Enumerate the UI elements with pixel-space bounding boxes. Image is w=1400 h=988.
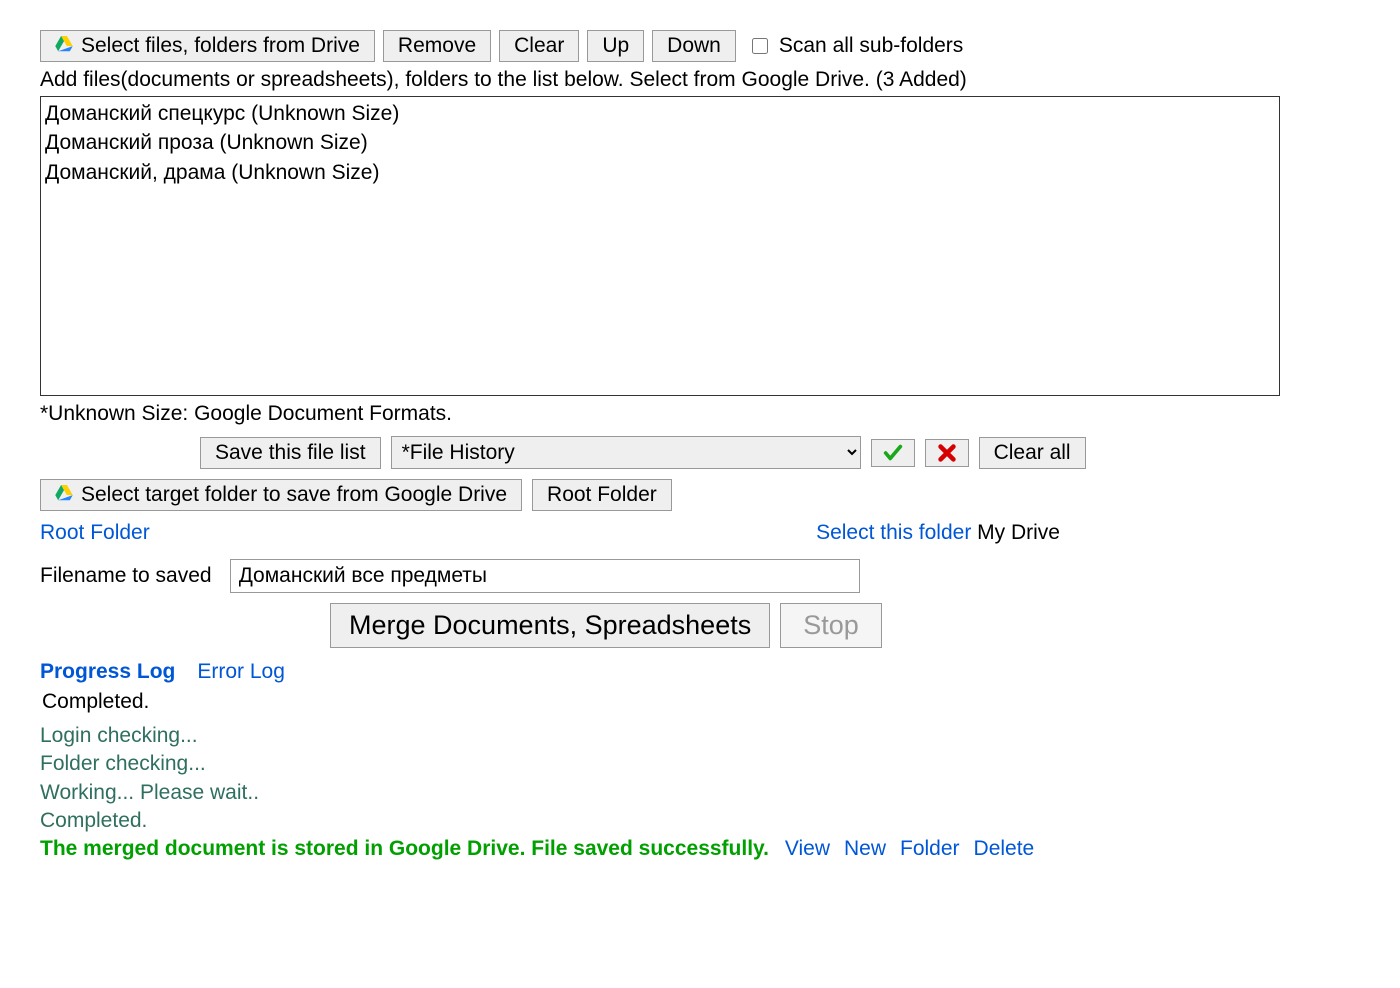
save-list-row: Save this file list *File History Clear … — [200, 436, 1360, 469]
merge-button[interactable]: Merge Documents, Spreadsheets — [330, 603, 770, 648]
top-toolbar: Select files, folders from Drive Remove … — [40, 30, 1360, 62]
select-target-folder-button[interactable]: Select target folder to save from Google… — [40, 479, 522, 511]
x-icon — [936, 442, 958, 464]
log-line: Completed. — [40, 807, 1360, 835]
file-list-item[interactable]: Доманский проза (Unknown Size) — [45, 128, 1275, 157]
stop-button[interactable]: Stop — [780, 603, 882, 648]
clear-all-button[interactable]: Clear all — [979, 437, 1086, 469]
check-icon — [882, 442, 904, 464]
delete-link[interactable]: Delete — [974, 835, 1035, 863]
scan-subfolders-checkbox[interactable] — [752, 38, 768, 54]
file-history-select[interactable]: *File History — [391, 436, 861, 469]
selected-folder-name: My Drive — [977, 521, 1060, 544]
down-button[interactable]: Down — [652, 30, 736, 62]
up-button[interactable]: Up — [587, 30, 644, 62]
instruction-text: Add files(documents or spreadsheets), fo… — [40, 68, 1360, 92]
drive-icon — [55, 34, 73, 58]
root-folder-link[interactable]: Root Folder — [40, 521, 150, 545]
view-link[interactable]: View — [785, 835, 830, 863]
remove-button[interactable]: Remove — [383, 30, 491, 62]
delete-history-button[interactable] — [925, 439, 969, 467]
filename-row: Filename to saved — [40, 559, 1360, 593]
success-message: The merged document is stored in Google … — [40, 837, 769, 860]
folder-path-row: Root Folder Select this folder My Drive — [40, 521, 1360, 545]
folder-link[interactable]: Folder — [900, 835, 960, 863]
log-line: Working... Please wait.. — [40, 779, 1360, 807]
scan-subfolders-label: Scan all sub-folders — [779, 34, 963, 58]
target-folder-toolbar: Select target folder to save from Google… — [40, 479, 1360, 511]
log-status: Completed. — [42, 690, 1360, 714]
clear-button[interactable]: Clear — [499, 30, 579, 62]
log-output: Login checking... Folder checking... Wor… — [40, 722, 1360, 864]
save-file-list-button[interactable]: Save this file list — [200, 437, 381, 469]
select-files-label: Select files, folders from Drive — [81, 34, 360, 58]
new-link[interactable]: New — [844, 835, 886, 863]
log-tabs: Progress Log Error Log — [40, 660, 1360, 684]
select-files-button[interactable]: Select files, folders from Drive — [40, 30, 375, 62]
log-line: Folder checking... — [40, 750, 1360, 778]
select-this-folder-link[interactable]: Select this folder — [816, 521, 971, 544]
filename-input[interactable] — [230, 559, 860, 593]
success-actions: View New Folder Delete — [785, 835, 1034, 863]
error-log-tab[interactable]: Error Log — [197, 660, 285, 684]
file-list-item[interactable]: Доманский спецкурс (Unknown Size) — [45, 99, 1275, 128]
confirm-history-button[interactable] — [871, 439, 915, 467]
filename-label: Filename to saved — [40, 564, 212, 588]
success-line: The merged document is stored in Google … — [40, 835, 1360, 863]
file-list-item[interactable]: Доманский, драма (Unknown Size) — [45, 158, 1275, 187]
log-line: Login checking... — [40, 722, 1360, 750]
merge-actions-row: Merge Documents, Spreadsheets Stop — [330, 603, 1360, 648]
select-target-folder-label: Select target folder to save from Google… — [81, 483, 507, 507]
scan-subfolders-wrap[interactable]: Scan all sub-folders — [748, 34, 963, 58]
select-this-folder-wrap: Select this folder My Drive — [816, 521, 1060, 545]
drive-icon — [55, 483, 73, 507]
unknown-size-note: *Unknown Size: Google Document Formats. — [40, 402, 1360, 426]
file-list-box[interactable]: Доманский спецкурс (Unknown Size) Доманс… — [40, 96, 1280, 396]
progress-log-tab[interactable]: Progress Log — [40, 660, 175, 684]
root-folder-button[interactable]: Root Folder — [532, 479, 672, 511]
